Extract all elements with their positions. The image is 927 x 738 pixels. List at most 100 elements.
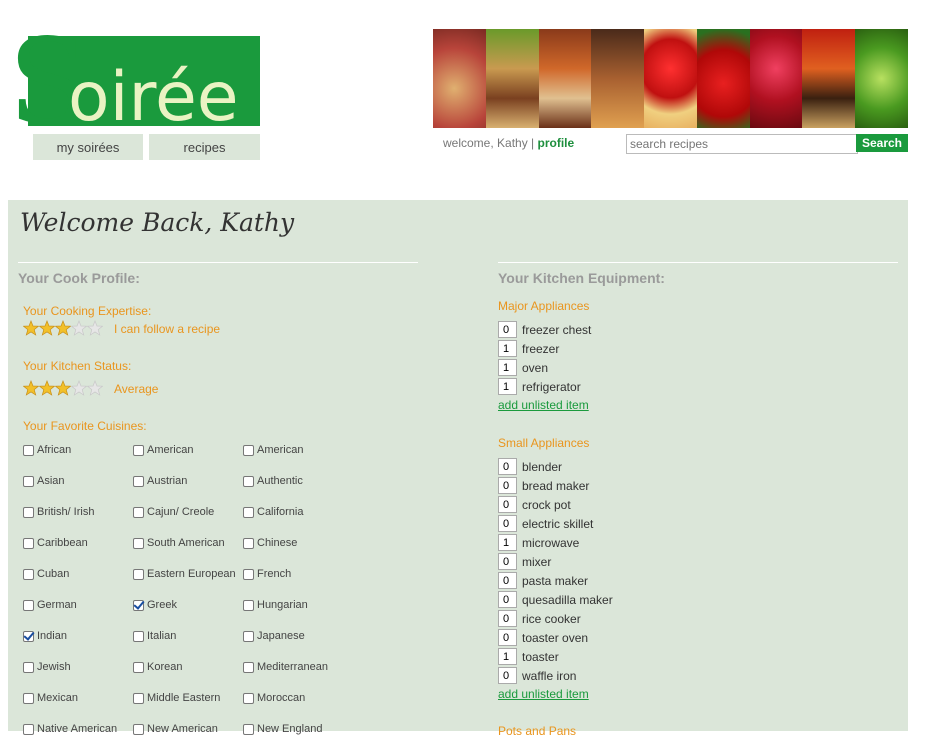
cuisine-checkbox[interactable]: [133, 506, 144, 518]
cuisine-checkbox[interactable]: [243, 692, 254, 704]
cuisine-option[interactable]: Cajun/ Creole: [133, 505, 214, 519]
cuisine-option[interactable]: Chinese: [243, 536, 297, 550]
cuisine-label: Mediterranean: [257, 661, 328, 673]
equipment-name: microwave: [522, 535, 580, 550]
cuisine-option[interactable]: Cuban: [23, 567, 69, 581]
star-filled-icon[interactable]: [38, 380, 56, 396]
cuisine-option[interactable]: Austrian: [133, 474, 187, 488]
kitchen-rating[interactable]: [22, 380, 104, 396]
cuisine-option[interactable]: Korean: [133, 660, 182, 674]
cuisine-checkbox[interactable]: [133, 692, 144, 704]
cuisine-checkbox[interactable]: [243, 630, 254, 642]
cuisine-option[interactable]: British/ Irish: [23, 505, 94, 519]
equipment-name: waffle iron: [522, 668, 577, 683]
cuisine-checkbox[interactable]: [243, 537, 254, 549]
add-unlisted-small-link[interactable]: add unlisted item: [498, 687, 589, 701]
cuisine-checkbox[interactable]: [23, 506, 34, 518]
cuisine-option[interactable]: German: [23, 598, 77, 612]
cuisine-option[interactable]: South American: [133, 536, 225, 550]
cuisine-checkbox[interactable]: [23, 692, 34, 704]
equipment-quantity-input[interactable]: [498, 458, 517, 475]
equipment-quantity-input[interactable]: [498, 591, 517, 608]
nav-recipes[interactable]: recipes: [149, 134, 260, 160]
equipment-quantity-input[interactable]: [498, 648, 517, 665]
cuisine-checkbox[interactable]: [133, 475, 144, 487]
cuisine-option[interactable]: Moroccan: [243, 691, 305, 705]
cuisine-checkbox[interactable]: [23, 537, 34, 549]
cuisine-checkbox[interactable]: [133, 599, 144, 611]
profile-link[interactable]: profile: [538, 136, 575, 150]
cuisine-option[interactable]: Hungarian: [243, 598, 308, 612]
cuisine-checkbox[interactable]: [23, 568, 34, 580]
cuisine-option[interactable]: Mexican: [23, 691, 78, 705]
cuisine-checkbox[interactable]: [23, 599, 34, 611]
cuisine-option[interactable]: Mediterranean: [243, 660, 328, 674]
equipment-quantity-input[interactable]: [498, 340, 517, 357]
cuisine-option[interactable]: Indian: [23, 629, 67, 643]
star-empty-icon[interactable]: [70, 380, 88, 396]
cuisine-checkbox[interactable]: [23, 630, 34, 642]
equipment-quantity-input[interactable]: [498, 629, 517, 646]
cuisine-option[interactable]: Greek: [133, 598, 177, 612]
cuisine-option[interactable]: Eastern European: [133, 567, 236, 581]
cuisine-checkbox[interactable]: [133, 537, 144, 549]
cuisine-option[interactable]: California: [243, 505, 303, 519]
equipment-quantity-input[interactable]: [498, 610, 517, 627]
cuisine-checkbox[interactable]: [243, 506, 254, 518]
cuisine-checkbox[interactable]: [243, 568, 254, 580]
cuisine-checkbox[interactable]: [243, 444, 254, 456]
add-unlisted-major-link[interactable]: add unlisted item: [498, 398, 589, 412]
cuisine-option[interactable]: Japanese: [243, 629, 305, 643]
cuisine-option[interactable]: Asian: [23, 474, 65, 488]
star-empty-icon[interactable]: [86, 320, 104, 336]
page-title: Welcome Back, Kathy: [20, 208, 295, 237]
star-empty-icon[interactable]: [86, 380, 104, 396]
star-filled-icon[interactable]: [54, 380, 72, 396]
cuisine-option[interactable]: African: [23, 443, 71, 457]
cuisine-option[interactable]: Native American: [23, 722, 117, 736]
nav-my-soirees[interactable]: my soirées: [33, 134, 143, 160]
cuisine-checkbox[interactable]: [133, 723, 144, 735]
cuisine-option[interactable]: Authentic: [243, 474, 303, 488]
cuisine-checkbox[interactable]: [133, 630, 144, 642]
search-button[interactable]: Search: [856, 134, 908, 152]
cuisine-checkbox[interactable]: [23, 661, 34, 673]
equipment-quantity-input[interactable]: [498, 572, 517, 589]
expertise-rating[interactable]: [22, 320, 104, 336]
search-input[interactable]: [626, 134, 858, 154]
star-filled-icon[interactable]: [38, 320, 56, 336]
cuisine-checkbox[interactable]: [243, 599, 254, 611]
cuisine-option[interactable]: New American: [133, 722, 218, 736]
cuisine-option[interactable]: American: [133, 443, 193, 457]
cuisine-option[interactable]: Jewish: [23, 660, 71, 674]
equipment-quantity-input[interactable]: [498, 515, 517, 532]
cuisine-option[interactable]: French: [243, 567, 291, 581]
banner-photo-tomato: [644, 29, 697, 128]
cuisine-option[interactable]: Caribbean: [23, 536, 88, 550]
cuisine-checkbox[interactable]: [243, 723, 254, 735]
cuisine-checkbox[interactable]: [133, 444, 144, 456]
star-filled-icon[interactable]: [22, 320, 40, 336]
cuisine-checkbox[interactable]: [133, 568, 144, 580]
equipment-quantity-input[interactable]: [498, 667, 517, 684]
star-filled-icon[interactable]: [22, 380, 40, 396]
star-empty-icon[interactable]: [70, 320, 88, 336]
star-filled-icon[interactable]: [54, 320, 72, 336]
equipment-quantity-input[interactable]: [498, 534, 517, 551]
cuisine-checkbox[interactable]: [243, 475, 254, 487]
equipment-quantity-input[interactable]: [498, 359, 517, 376]
cuisine-option[interactable]: American: [243, 443, 303, 457]
equipment-quantity-input[interactable]: [498, 321, 517, 338]
cuisine-checkbox[interactable]: [23, 723, 34, 735]
cuisine-checkbox[interactable]: [23, 444, 34, 456]
cuisine-option[interactable]: Italian: [133, 629, 176, 643]
cuisine-option[interactable]: New England: [243, 722, 322, 736]
cuisine-option[interactable]: Middle Eastern: [133, 691, 220, 705]
cuisine-checkbox[interactable]: [243, 661, 254, 673]
equipment-quantity-input[interactable]: [498, 378, 517, 395]
equipment-quantity-input[interactable]: [498, 553, 517, 570]
equipment-quantity-input[interactable]: [498, 496, 517, 513]
cuisine-checkbox[interactable]: [133, 661, 144, 673]
equipment-quantity-input[interactable]: [498, 477, 517, 494]
cuisine-checkbox[interactable]: [23, 475, 34, 487]
